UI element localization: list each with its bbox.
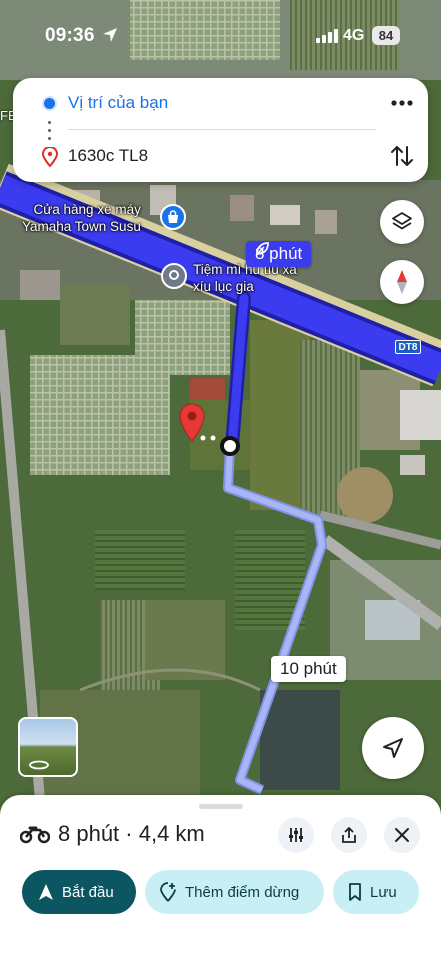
- add-stop-label: Thêm điểm dừng: [185, 883, 300, 901]
- shopping-bag-icon[interactable]: [160, 204, 186, 230]
- leaf-icon: [256, 242, 269, 255]
- destination-field[interactable]: 1630c TL8: [68, 146, 148, 166]
- navigation-icon: [39, 884, 53, 900]
- layers-icon: [392, 212, 412, 230]
- destination-pin-icon: [42, 147, 58, 167]
- save-button[interactable]: Lưu: [333, 870, 419, 914]
- location-arrow-icon: [103, 28, 117, 42]
- options-icon: [289, 828, 303, 842]
- start-button-label: Bắt đầu: [62, 883, 114, 901]
- route-card: Vị trí của bạn 1630c TL8: [13, 78, 428, 182]
- poi-label-motorbike-shop[interactable]: Cửa hàng xe máy Yamaha Town Susu: [22, 201, 141, 235]
- place-icon[interactable]: [161, 263, 187, 289]
- compass-icon: [397, 270, 407, 294]
- add-location-icon: [160, 882, 176, 902]
- route-time-label-primary[interactable]: 8 phút: [246, 241, 312, 267]
- motorbike-icon: [20, 826, 50, 844]
- share-button[interactable]: [331, 817, 367, 853]
- destination-pin-icon[interactable]: [178, 402, 206, 442]
- network-type: 4G: [343, 27, 365, 44]
- start-button[interactable]: Bắt đầu: [22, 870, 136, 914]
- bottom-sheet: 8 phút · 4,4 km Bắt đầu Thêm điểm dừng L…: [0, 795, 441, 960]
- bookmark-icon: [349, 883, 361, 901]
- trip-summary: 8 phút · 4,4 km: [58, 821, 205, 846]
- close-icon: [395, 828, 409, 842]
- share-icon: [342, 827, 356, 843]
- route-connector: [48, 121, 51, 141]
- add-stop-button[interactable]: Thêm điểm dừng: [145, 870, 324, 914]
- origin-field[interactable]: Vị trí của bạn: [68, 93, 168, 113]
- recenter-icon: [383, 738, 403, 758]
- swap-icon[interactable]: [388, 143, 416, 169]
- divider: [68, 129, 376, 130]
- signal-icon: [316, 29, 338, 43]
- layers-button[interactable]: [380, 200, 424, 244]
- route-options-button[interactable]: [278, 817, 314, 853]
- compass-button[interactable]: [380, 260, 424, 304]
- battery-indicator: 84: [372, 26, 400, 45]
- status-bar: 09:36 4G 84: [0, 0, 441, 72]
- route-time-label-alternate[interactable]: 10 phút: [271, 656, 346, 682]
- status-time: 09:36: [45, 25, 95, 46]
- origin-dot-icon: [44, 98, 55, 109]
- close-button[interactable]: [384, 817, 420, 853]
- save-label: Lưu: [370, 883, 397, 901]
- recenter-button[interactable]: [362, 717, 424, 779]
- street-view-icon: [29, 760, 49, 770]
- sheet-handle[interactable]: [199, 804, 243, 809]
- road-number-tag: DT8: [395, 340, 421, 354]
- street-view-thumbnail[interactable]: [18, 717, 78, 777]
- more-icon[interactable]: [388, 93, 416, 113]
